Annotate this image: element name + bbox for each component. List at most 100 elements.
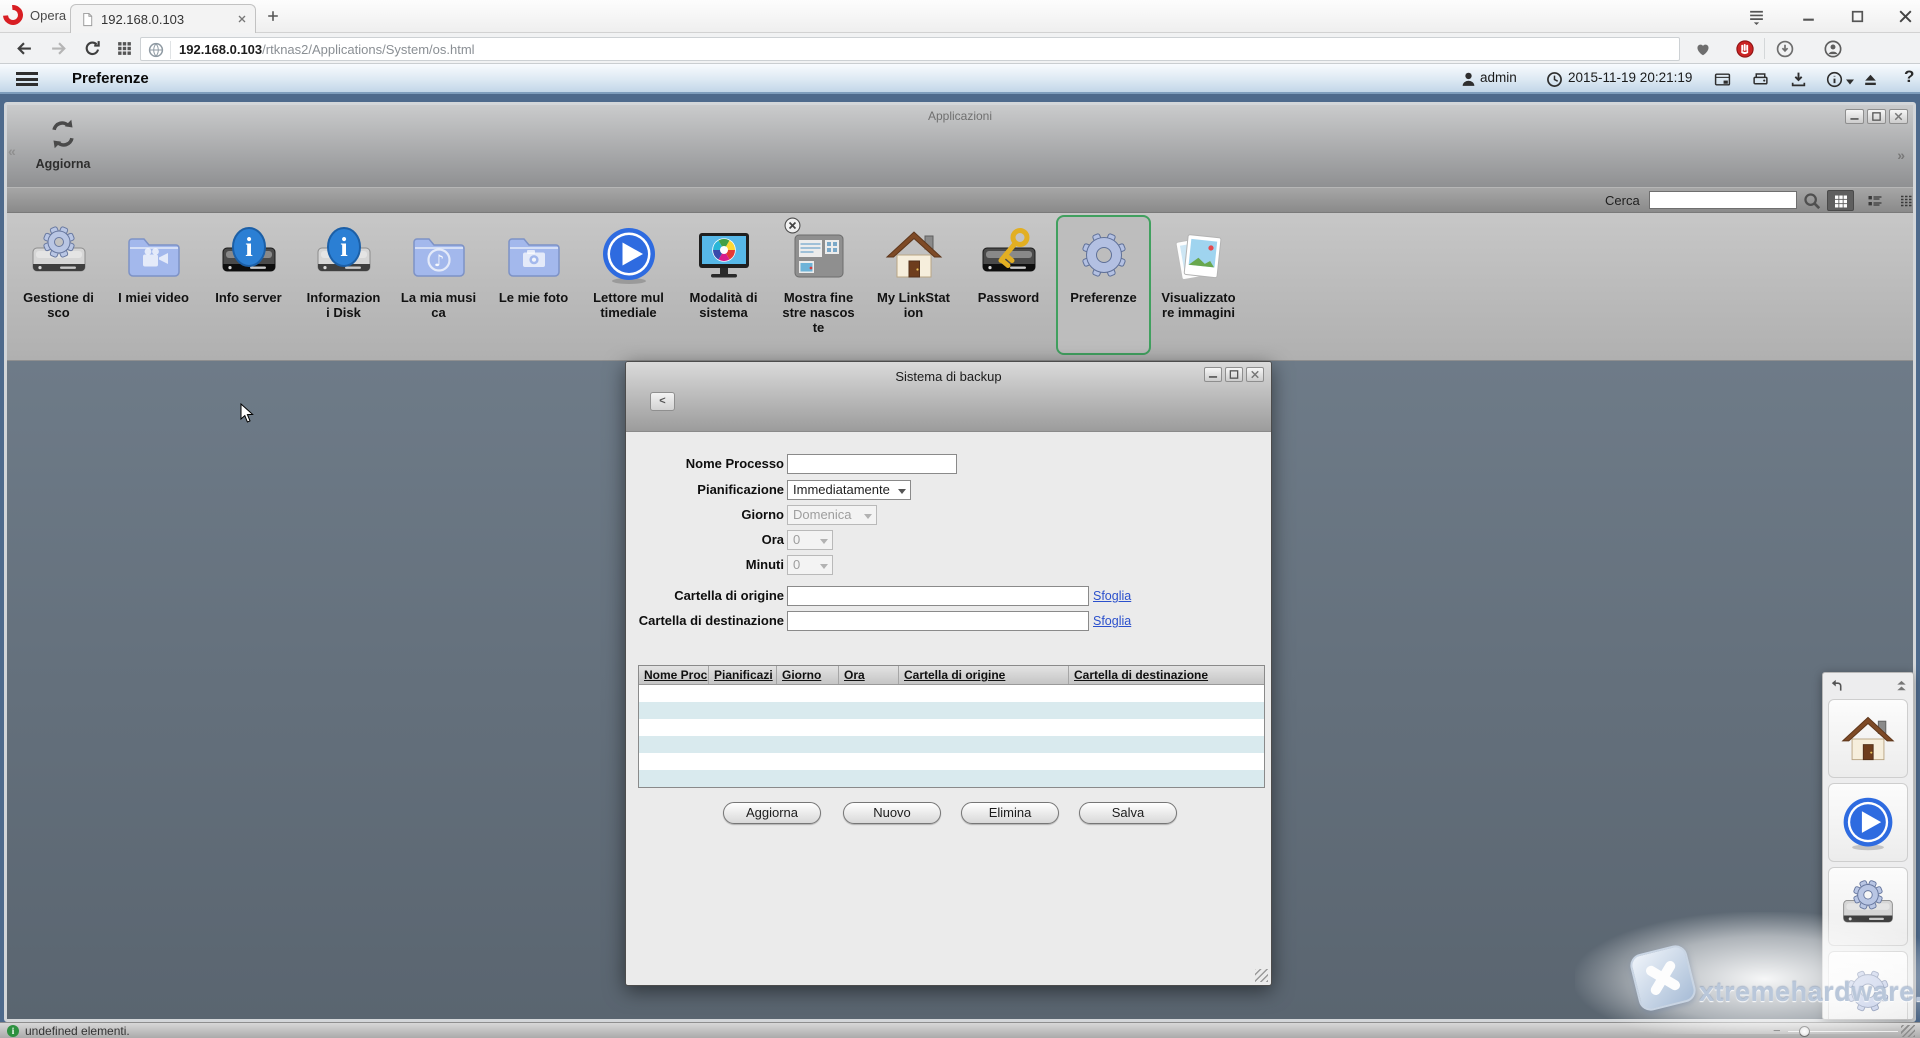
opera-logo-icon[interactable] xyxy=(0,1,27,29)
app-item-2[interactable]: iInfo server xyxy=(201,215,296,355)
app-item-11[interactable]: Preferenze xyxy=(1056,215,1151,355)
table-row[interactable] xyxy=(639,770,1264,787)
device-icon[interactable] xyxy=(1752,71,1769,88)
app-item-4[interactable]: ♪La mia musi ca xyxy=(391,215,486,355)
stop-badge-icon[interactable] xyxy=(1736,40,1754,58)
field-label: Minuti xyxy=(626,555,784,575)
tab-title: 192.168.0.103 xyxy=(101,12,184,27)
app-item-8[interactable]: Mostra fine stre nascos te xyxy=(771,215,866,355)
table-column-header[interactable]: Giorno xyxy=(777,666,839,684)
table-column-header[interactable]: Pianificazi xyxy=(709,666,777,684)
dialog-resize-grip[interactable] xyxy=(1255,969,1268,982)
applications-window-title: Applicazioni xyxy=(7,109,1913,123)
table-row[interactable] xyxy=(639,702,1264,719)
minute-select[interactable]: 0 xyxy=(787,555,833,575)
collapse-icon[interactable] xyxy=(1894,678,1909,693)
app-item-5[interactable]: Le mie foto xyxy=(486,215,581,355)
watermark-text: xtremehardware.com xyxy=(1699,977,1920,1008)
forward-icon[interactable] xyxy=(50,40,67,57)
table-column-header[interactable]: Cartella di origine xyxy=(899,666,1069,684)
speed-dial-icon[interactable] xyxy=(116,40,133,57)
window-icon[interactable] xyxy=(1714,71,1731,88)
browser-minimize-button[interactable] xyxy=(1800,8,1817,25)
browser-maximize-button[interactable] xyxy=(1849,8,1866,25)
info-icon[interactable] xyxy=(1826,71,1843,88)
process-name-input[interactable] xyxy=(787,454,957,474)
dock-tile-media-player[interactable] xyxy=(1828,783,1908,862)
user-icon[interactable] xyxy=(1460,71,1477,88)
tab-close-icon[interactable] xyxy=(236,13,248,25)
table-row[interactable] xyxy=(639,719,1264,736)
app-item-9[interactable]: My LinkStat ion xyxy=(866,215,961,355)
download-icon[interactable] xyxy=(1790,71,1807,88)
table-row[interactable] xyxy=(639,685,1264,702)
destination-folder-input[interactable] xyxy=(787,611,1089,631)
source-browse-link[interactable]: Sfoglia xyxy=(1093,589,1131,603)
list-view-button[interactable] xyxy=(1861,190,1888,211)
browser-tab[interactable]: 192.168.0.103 xyxy=(70,4,256,33)
grid-view-button[interactable] xyxy=(1827,190,1854,211)
collapse-left-chevron[interactable]: « xyxy=(8,143,16,159)
app-label: Gestione di sco xyxy=(13,290,104,320)
play-icon xyxy=(597,223,661,287)
user-label[interactable]: admin xyxy=(1480,70,1517,85)
screen: Opera 192.168.0.103 192.168.0.103/rtknas… xyxy=(0,0,1920,1038)
dock-tile-my-linkstation[interactable] xyxy=(1828,699,1908,778)
search-input[interactable] xyxy=(1649,191,1797,209)
overflow-right-chevron[interactable]: » xyxy=(1897,147,1905,163)
window-close-button[interactable] xyxy=(1889,109,1908,124)
dialog-maximize-button[interactable] xyxy=(1225,367,1243,382)
dialog-close-button[interactable] xyxy=(1246,367,1264,382)
schedule-select[interactable]: Immediatamente xyxy=(787,480,911,500)
table-column-header[interactable]: Cartella di destinazione xyxy=(1069,666,1264,684)
elimina-button[interactable]: Elimina xyxy=(961,802,1059,824)
browser-menu-icon[interactable] xyxy=(1748,8,1765,25)
backup-dialog-header[interactable]: Sistema di backup < xyxy=(626,362,1271,432)
heart-icon[interactable] xyxy=(1694,40,1712,58)
help-button[interactable]: ? xyxy=(1904,67,1914,87)
back-icon[interactable] xyxy=(16,40,33,57)
reload-icon[interactable] xyxy=(84,40,101,57)
nuovo-button[interactable]: Nuovo xyxy=(843,802,941,824)
app-label: Password xyxy=(963,290,1054,305)
app-item-10[interactable]: Password xyxy=(961,215,1056,355)
destination-browse-link[interactable]: Sfoglia xyxy=(1093,614,1131,628)
browser-close-button[interactable] xyxy=(1897,8,1914,25)
window-minimize-button[interactable] xyxy=(1845,109,1864,124)
site-badge-icon[interactable] xyxy=(148,42,164,58)
app-item-7[interactable]: Modalità di sistema xyxy=(676,215,771,355)
app-item-6[interactable]: Lettore mul timediale xyxy=(581,215,676,355)
table-row[interactable] xyxy=(639,736,1264,753)
app-item-1[interactable]: I miei video xyxy=(106,215,201,355)
source-folder-input[interactable] xyxy=(787,586,1089,606)
hour-select[interactable]: 0 xyxy=(787,530,833,550)
download-circle-icon[interactable] xyxy=(1776,40,1794,58)
profile-icon[interactable] xyxy=(1824,40,1842,58)
table-column-header[interactable]: Nome Proc xyxy=(639,666,709,684)
hdd-info-black-icon: i xyxy=(217,223,281,287)
new-tab-button[interactable] xyxy=(266,9,280,23)
app-item-12[interactable]: Visualizzato re immagini xyxy=(1151,215,1246,355)
eject-icon[interactable] xyxy=(1862,71,1879,88)
app-item-3[interactable]: iInformazion i Disk xyxy=(296,215,391,355)
table-row[interactable] xyxy=(639,753,1264,770)
table-column-header[interactable]: Ora xyxy=(839,666,899,684)
app-item-0[interactable]: Gestione di sco xyxy=(11,215,106,355)
app-label: La mia musi ca xyxy=(393,290,484,320)
info-caret-icon[interactable] xyxy=(1845,78,1855,86)
refresh-button[interactable]: Aggiorna xyxy=(31,115,95,171)
window-restore-button[interactable] xyxy=(1867,109,1886,124)
undo-icon[interactable] xyxy=(1829,678,1844,693)
search-icon[interactable] xyxy=(1803,192,1821,210)
aggiorna-button[interactable]: Aggiorna xyxy=(723,802,821,824)
opera-brand-label[interactable]: Opera xyxy=(30,8,66,23)
salva-button[interactable]: Salva xyxy=(1079,802,1177,824)
backup-jobs-table[interactable]: Nome ProcPianificaziGiornoOraCartella di… xyxy=(638,665,1265,788)
table-header-row: Nome ProcPianificaziGiornoOraCartella di… xyxy=(639,666,1264,685)
dialog-minimize-button[interactable] xyxy=(1204,367,1222,382)
hamburger-icon[interactable] xyxy=(16,72,38,86)
day-select[interactable]: Domenica xyxy=(787,505,877,525)
dialog-back-button[interactable]: < xyxy=(650,392,675,411)
detail-view-button[interactable] xyxy=(1893,190,1916,211)
url-field[interactable]: 192.168.0.103/rtknas2/Applications/Syste… xyxy=(140,37,1680,61)
